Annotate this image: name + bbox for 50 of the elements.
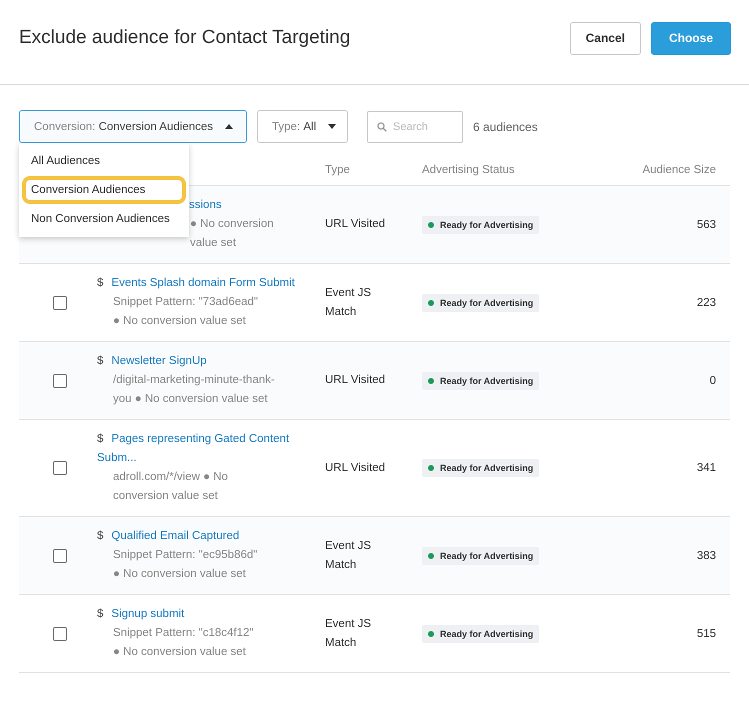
row-checkbox[interactable] bbox=[53, 461, 67, 475]
row-checkbox[interactable] bbox=[53, 374, 67, 388]
row-checkbox[interactable] bbox=[53, 296, 67, 310]
column-header: Advertising Status bbox=[422, 164, 516, 176]
audience-size: 383 bbox=[696, 550, 716, 562]
search-icon bbox=[377, 122, 387, 132]
audience-detail: /digital-marketing-minute-thank-you ● No conversion value set bbox=[112, 373, 276, 407]
menu-item[interactable]: Non Conversion Audiences bbox=[22, 205, 186, 233]
audience-type: Event JS Match bbox=[325, 286, 372, 320]
search-field[interactable]: Search bbox=[367, 110, 463, 142]
audience-name[interactable]: $ Pages representing Gated Content Subm... bbox=[97, 430, 299, 468]
caret-icon bbox=[328, 124, 336, 129]
status-badge: Ready for Advertising bbox=[422, 546, 540, 564]
dialog-title: Exclude audience for Contact Targeting bbox=[19, 27, 350, 49]
audience-type: URL Visited bbox=[325, 217, 386, 232]
status-badge: Ready for Advertising bbox=[422, 294, 540, 312]
menu-item[interactable]: Conversion Audiences bbox=[22, 176, 186, 204]
audience-type: Event JS Match bbox=[325, 538, 372, 572]
audience-type: URL Visited bbox=[325, 373, 386, 388]
status-badge: Ready for Advertising bbox=[422, 372, 540, 390]
audience-name[interactable]: $ Signup submit bbox=[97, 605, 299, 624]
audience-type: Event JS Match bbox=[325, 616, 372, 650]
audience-size: 223 bbox=[696, 296, 716, 308]
audience-detail: adroll.com/*/view ● No conversion value set bbox=[112, 470, 229, 504]
audience-detail: Snippet Pattern: "ec95b86d" ● No conversion value set bbox=[112, 548, 258, 582]
caret-icon bbox=[225, 124, 234, 129]
audience-size: 0 bbox=[710, 374, 716, 386]
audience-size: 515 bbox=[696, 628, 716, 640]
status-badge: Ready for Advertising bbox=[422, 459, 540, 477]
cancel-button[interactable]: Cancel bbox=[570, 22, 641, 54]
type-dropdown[interactable]: Type: All bbox=[257, 110, 348, 143]
status-badge: Ready for Advertising bbox=[422, 624, 540, 642]
audience-name[interactable]: $ Newsletter SignUp bbox=[97, 352, 299, 371]
audience-name[interactable]: $ Qualified Email Captured bbox=[97, 527, 299, 546]
conversion-dropdown[interactable]: Conversion: Conversion Audiences bbox=[19, 110, 247, 143]
audience-detail: ● No conversion value set bbox=[190, 217, 275, 251]
audience-detail: Snippet Pattern: "73ad6ead" ● No conversion value set bbox=[112, 295, 259, 329]
column-header: Audience Size bbox=[641, 164, 717, 176]
column-header: Type bbox=[325, 162, 351, 178]
row-checkbox[interactable] bbox=[53, 626, 67, 640]
audience-type: URL Visited bbox=[325, 460, 386, 476]
audience-name[interactable]: ssions bbox=[189, 196, 299, 215]
audience-count: 6 audiences bbox=[473, 120, 538, 134]
status-badge: Ready for Advertising bbox=[422, 216, 540, 234]
audience-detail: Snippet Pattern: "c18c4f12" ● No conversion value set bbox=[112, 626, 255, 660]
audience-size: 341 bbox=[696, 462, 716, 474]
row-checkbox[interactable] bbox=[53, 548, 67, 562]
menu-item[interactable]: All Audiences bbox=[22, 147, 186, 175]
audience-name[interactable]: $ Events Splash domain Form Submit bbox=[97, 274, 299, 293]
audience-size: 563 bbox=[696, 218, 716, 230]
